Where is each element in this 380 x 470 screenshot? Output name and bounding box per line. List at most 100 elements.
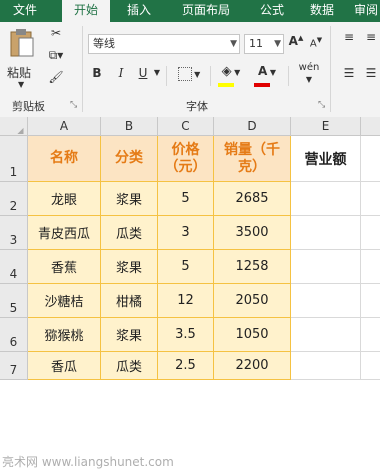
- cell-revenue[interactable]: [291, 250, 361, 284]
- empty-cell[interactable]: [361, 182, 380, 216]
- column-header-f[interactable]: [361, 117, 380, 136]
- tab-insert[interactable]: 插入: [118, 0, 160, 22]
- cell-name[interactable]: 沙糖桔: [28, 284, 101, 318]
- empty-cell[interactable]: [361, 250, 380, 284]
- cell-category[interactable]: 瓜类: [101, 216, 158, 250]
- cell-category[interactable]: 瓜类: [101, 352, 158, 380]
- cell-category[interactable]: 浆果: [101, 250, 158, 284]
- cell-price[interactable]: 12: [158, 284, 214, 318]
- copy-icon: ⧉▾: [48, 48, 64, 62]
- cell-name[interactable]: 青皮西瓜: [28, 216, 101, 250]
- borders-button[interactable]: ▼: [172, 66, 206, 86]
- tab-page-layout[interactable]: 页面布局: [170, 0, 242, 22]
- align-left-button[interactable]: ☰: [338, 66, 360, 84]
- column-header-e[interactable]: E: [291, 117, 361, 136]
- cell-sales[interactable]: 1258: [214, 250, 291, 284]
- empty-cell[interactable]: [361, 216, 380, 250]
- chevron-down-icon: ▼: [18, 80, 25, 89]
- chevron-down-icon: ▼: [230, 39, 237, 49]
- dialog-launcher-icon[interactable]: ⤡: [318, 100, 325, 110]
- tab-home[interactable]: 开始: [62, 0, 110, 22]
- font-color-label: A: [258, 64, 268, 78]
- cell-revenue[interactable]: [291, 352, 361, 380]
- cell-sales[interactable]: 2200: [214, 352, 291, 380]
- font-name-select[interactable]: 等线 ▼: [88, 34, 240, 54]
- empty-cell[interactable]: [361, 136, 380, 182]
- column-header-c[interactable]: C: [158, 117, 214, 136]
- fill-color-button[interactable]: ◈ ▼: [216, 64, 246, 88]
- tab-review[interactable]: 审阅: [352, 0, 380, 22]
- cell-category[interactable]: 浆果: [101, 318, 158, 352]
- cell-price[interactable]: 3: [158, 216, 214, 250]
- align-top-button[interactable]: ≡: [338, 30, 360, 48]
- tab-data[interactable]: 数据: [302, 0, 342, 22]
- chevron-down-icon: ▼: [274, 39, 281, 49]
- align-center-button[interactable]: ☰: [362, 66, 380, 84]
- row-header[interactable]: 2: [0, 182, 28, 216]
- align-center-icon: ☰: [365, 66, 377, 80]
- underline-button[interactable]: U: [134, 66, 152, 86]
- cell-category[interactable]: 浆果: [101, 182, 158, 216]
- cell-price[interactable]: 5: [158, 250, 214, 284]
- phonetic-button[interactable]: wén ▼: [294, 62, 324, 88]
- header-cell-sales[interactable]: 销量（千克）: [214, 136, 291, 182]
- cell-name[interactable]: 猕猴桃: [28, 318, 101, 352]
- row-header[interactable]: 3: [0, 216, 28, 250]
- font-color-button[interactable]: A ▼: [252, 64, 282, 88]
- paste-label: 粘贴: [7, 66, 32, 80]
- column-header-b[interactable]: B: [101, 117, 158, 136]
- copy-button[interactable]: ⧉▾: [44, 48, 68, 68]
- header-cell-name[interactable]: 名称: [28, 136, 101, 182]
- align-top-icon: ≡: [343, 30, 355, 44]
- select-all-corner[interactable]: ◢: [0, 117, 28, 136]
- cell-revenue[interactable]: [291, 182, 361, 216]
- format-painter-button[interactable]: 🖌: [44, 70, 68, 90]
- font-size-value: 11: [249, 37, 263, 50]
- cell-revenue[interactable]: [291, 318, 361, 352]
- row-header[interactable]: 4: [0, 250, 28, 284]
- empty-cell[interactable]: [361, 284, 380, 318]
- column-header-a[interactable]: A: [28, 117, 101, 136]
- cell-sales[interactable]: 1050: [214, 318, 291, 352]
- cell-price[interactable]: 2.5: [158, 352, 214, 380]
- font-color-swatch: [254, 83, 270, 87]
- dialog-launcher-icon[interactable]: ⤡: [70, 100, 77, 110]
- header-cell-revenue[interactable]: 营业额: [291, 136, 361, 182]
- cell-price[interactable]: 5: [158, 182, 214, 216]
- cell-revenue[interactable]: [291, 216, 361, 250]
- row-header[interactable]: 1: [0, 136, 28, 182]
- decrease-font-button[interactable]: A▼: [308, 36, 324, 56]
- group-divider: [82, 26, 83, 112]
- cell-revenue[interactable]: [291, 284, 361, 318]
- align-middle-button[interactable]: ≡: [362, 30, 380, 48]
- cell-sales[interactable]: 2050: [214, 284, 291, 318]
- paint-bucket-icon: ◈: [221, 64, 232, 79]
- increase-font-button[interactable]: A▲: [288, 34, 304, 54]
- tab-file[interactable]: 文件: [0, 0, 50, 22]
- paste-button[interactable]: 粘贴 ▼: [4, 28, 38, 90]
- cell-sales[interactable]: 3500: [214, 216, 291, 250]
- decrease-font-label: A: [309, 38, 317, 50]
- paintbrush-icon: 🖌: [48, 70, 64, 84]
- empty-cell[interactable]: [361, 318, 380, 352]
- row-header[interactable]: 7: [0, 352, 28, 380]
- group-divider: [330, 26, 331, 112]
- cell-sales[interactable]: 2685: [214, 182, 291, 216]
- italic-button[interactable]: I: [112, 66, 130, 86]
- header-cell-category[interactable]: 分类: [101, 136, 158, 182]
- column-header-d[interactable]: D: [214, 117, 291, 136]
- tab-formulas[interactable]: 公式: [252, 0, 292, 22]
- header-cell-price[interactable]: 价格（元）: [158, 136, 214, 182]
- cell-name[interactable]: 香瓜: [28, 352, 101, 380]
- cell-name[interactable]: 香蕉: [28, 250, 101, 284]
- cut-button[interactable]: ✂: [44, 26, 68, 46]
- font-size-select[interactable]: 11 ▼: [244, 34, 284, 54]
- row-header[interactable]: 5: [0, 284, 28, 318]
- row-header[interactable]: 6: [0, 318, 28, 352]
- cell-price[interactable]: 3.5: [158, 318, 214, 352]
- bold-button[interactable]: B: [88, 66, 106, 86]
- empty-cell[interactable]: [361, 352, 380, 380]
- chevron-down-icon[interactable]: ▼: [152, 68, 162, 84]
- cell-category[interactable]: 柑橘: [101, 284, 158, 318]
- cell-name[interactable]: 龙眼: [28, 182, 101, 216]
